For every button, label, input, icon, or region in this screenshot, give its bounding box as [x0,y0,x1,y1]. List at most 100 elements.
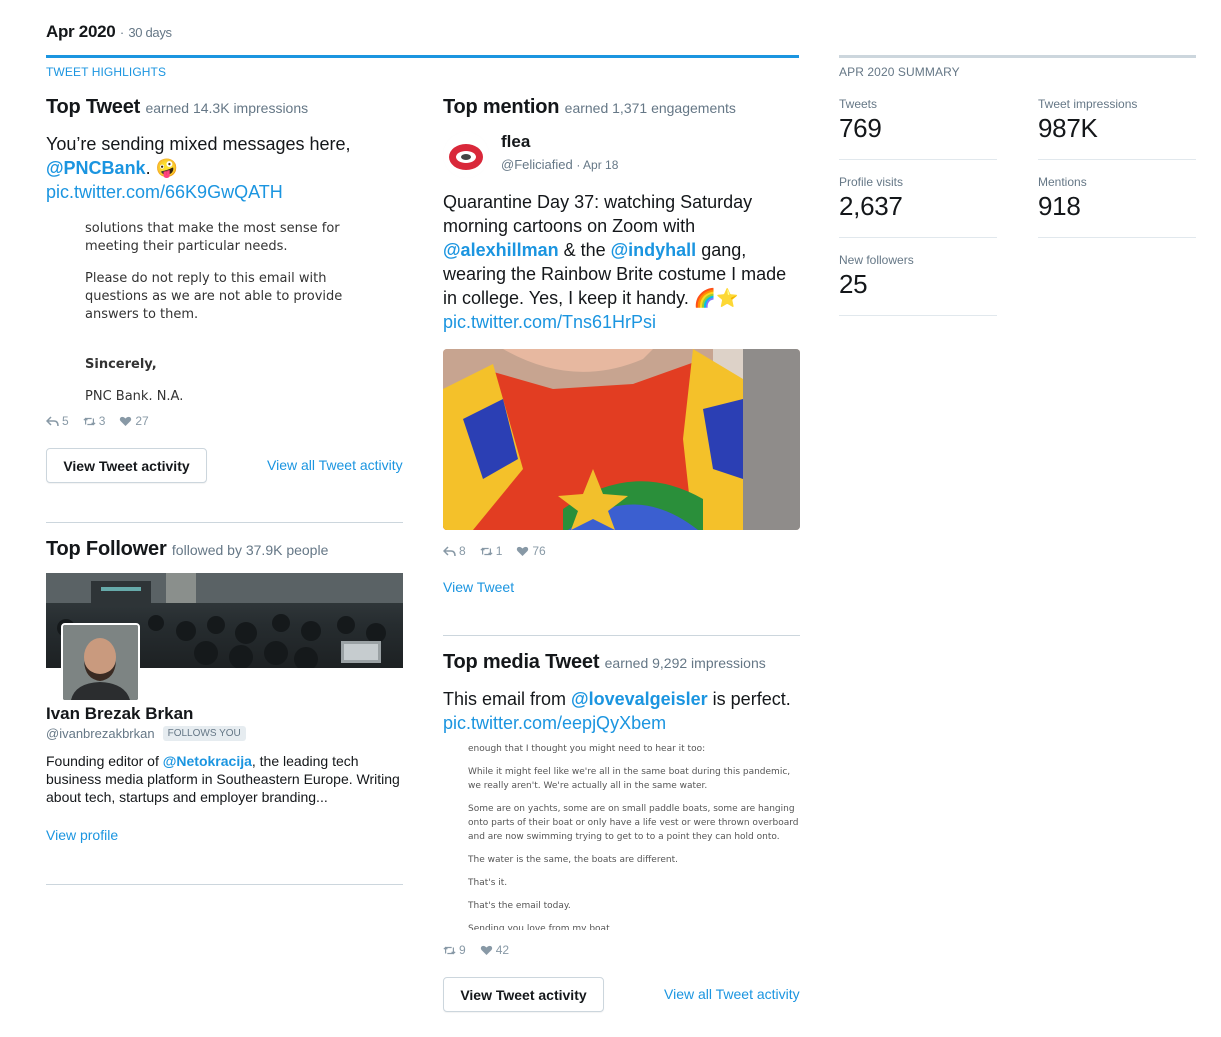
top-follower-title: Top Follower [46,538,167,560]
follower-handle-row: @ivanbrezakbrkan FOLLOWS YOU [46,726,246,741]
reply-stat: 5 [46,414,69,428]
period-month: Apr 2020 [46,22,116,41]
period-separator: · [119,25,124,40]
view-all-tweet-activity-link[interactable]: View all Tweet activity [664,986,800,1002]
top-tweet-stats: 5 3 27 [46,414,149,428]
summary-mentions-value: 918 [1038,191,1081,221]
mention-pic-link[interactable]: pic.twitter.com/Tns61HrPsi [443,312,656,332]
summary-profile-visits: Profile visits 2,637 [839,175,997,222]
heart-icon [120,416,132,426]
summary-mentions: Mentions 918 [1038,175,1196,222]
top-media-mention[interactable]: @lovevalgeisler [571,689,708,709]
avatar-lips-graphic [443,132,489,178]
email-line: Some are on yachts, some are on small pa… [468,804,799,842]
top-tweet-mention[interactable]: @PNCBank [46,158,146,178]
divider [839,237,997,238]
top-mention-subtitle: earned 1,371 engagements [564,100,736,116]
summary-divider [839,55,1196,58]
retweet-stat: 3 [83,414,106,428]
summary-impressions: Tweet impressions 987K [1038,97,1196,144]
divider [839,159,997,160]
email-line: enough that I thought you might need to … [468,744,706,754]
divider [839,315,997,316]
view-tweet-link[interactable]: View Tweet [443,579,514,595]
avatar-portrait [63,625,138,700]
mention-author-name[interactable]: flea [501,132,530,152]
follower-name[interactable]: Ivan Brezak Brkan [46,704,193,724]
divider [1038,237,1196,238]
mention-link-alexhillman[interactable]: @alexhillman [443,240,559,260]
top-media-text: This email from @lovevalgeisler is perfe… [443,687,800,735]
mention-avatar[interactable] [443,132,489,178]
highlights-divider [46,55,799,58]
top-tweet-image-line: PNC Bank, N.A. [85,389,184,400]
top-tweet-text: You’re sending mixed messages here, @PNC… [46,132,403,204]
mention-text-part: & the [558,240,611,260]
summary-tweets-value: 769 [839,113,882,143]
rainbow-costume-graphic [443,349,800,530]
top-mention-heading: Top mention earned 1,371 engagements [443,96,736,119]
divider [46,884,403,885]
reply-icon [443,545,456,556]
like-stat: 27 [119,414,149,428]
follower-bio-part: Founding editor of [46,753,163,769]
email-line: The water is the same, the boats are dif… [468,855,678,865]
email-line: While it might feel like we're all in th… [468,767,791,791]
follows-you-badge: FOLLOWS YOU [162,726,246,741]
top-tweet-image-line: solutions that make the most sense for m… [85,221,340,254]
top-tweet-heading: Top Tweet earned 14.3K impressions [46,96,308,119]
view-profile-link[interactable]: View profile [46,827,118,843]
divider [46,522,403,523]
reply-stat: 8 [443,544,466,558]
summary-followers-value: 25 [839,269,868,299]
summary-impressions-value: 987K [1038,113,1098,143]
mention-date: · Apr 18 [576,158,619,172]
period-days: 30 days [128,25,172,40]
follower-avatar[interactable] [61,623,140,702]
retweet-stat: 1 [480,544,503,558]
top-tweet-subtitle: earned 14.3K impressions [145,100,309,116]
like-count: 76 [532,544,546,558]
top-media-pic-link[interactable]: pic.twitter.com/eepjQyXbem [443,713,666,733]
top-tweet-text-part: You’re sending mixed messages here, [46,134,351,154]
heart-icon [517,546,529,556]
retweet-count: 9 [459,943,466,957]
retweet-count: 1 [495,544,503,558]
top-media-text-part: This email from [443,689,572,709]
mention-text-part: Quarantine Day 37: watching Saturday mor… [443,192,753,236]
top-tweet-image[interactable]: solutions that make the most sense for m… [46,208,403,400]
top-tweet-title: Top Tweet [46,96,141,118]
summary-visits-value: 2,637 [839,191,903,221]
mention-photo[interactable] [443,349,800,530]
top-media-image[interactable]: enough that I thought you might need to … [443,740,800,930]
summary-mentions-label: Mentions [1038,175,1087,189]
retweet-icon [443,946,456,954]
email-line: That's it. [468,878,508,888]
like-stat: 42 [480,943,509,957]
top-tweet-image-line: Sincerely, [85,357,157,372]
summary-new-followers: New followers 25 [839,253,997,300]
period-title: Apr 2020 · 30 days [46,22,172,42]
divider [443,635,800,636]
view-tweet-activity-button[interactable]: View Tweet activity [46,448,207,483]
top-tweet-pic-link[interactable]: pic.twitter.com/66K9GwQATH [46,182,283,202]
mention-link-indyhall[interactable]: @indyhall [611,240,697,260]
top-mention-title: Top mention [443,96,560,118]
highlights-section-label: TWEET HIGHLIGHTS [46,65,167,79]
divider [1038,159,1196,160]
like-stat: 76 [516,544,546,558]
mention-stats: 8 1 76 [443,544,546,558]
top-media-subtitle: earned 9,292 impressions [604,655,766,671]
view-tweet-activity-button[interactable]: View Tweet activity [443,977,604,1012]
top-follower-subtitle: followed by 37.9K people [171,542,329,558]
follower-bio-mention[interactable]: @Netokracija [163,753,252,769]
view-all-tweet-activity-link[interactable]: View all Tweet activity [267,457,403,473]
mention-author-handle[interactable]: @Feliciafied [501,157,573,172]
follower-handle[interactable]: @ivanbrezakbrkan [46,726,155,741]
summary-impressions-label: Tweet impressions [1038,97,1138,111]
heart-icon [480,945,492,955]
retweet-count: 3 [98,414,106,428]
email-line: That's the email today. [468,901,571,911]
retweet-icon [480,547,493,555]
retweet-stat: 9 [443,943,466,957]
